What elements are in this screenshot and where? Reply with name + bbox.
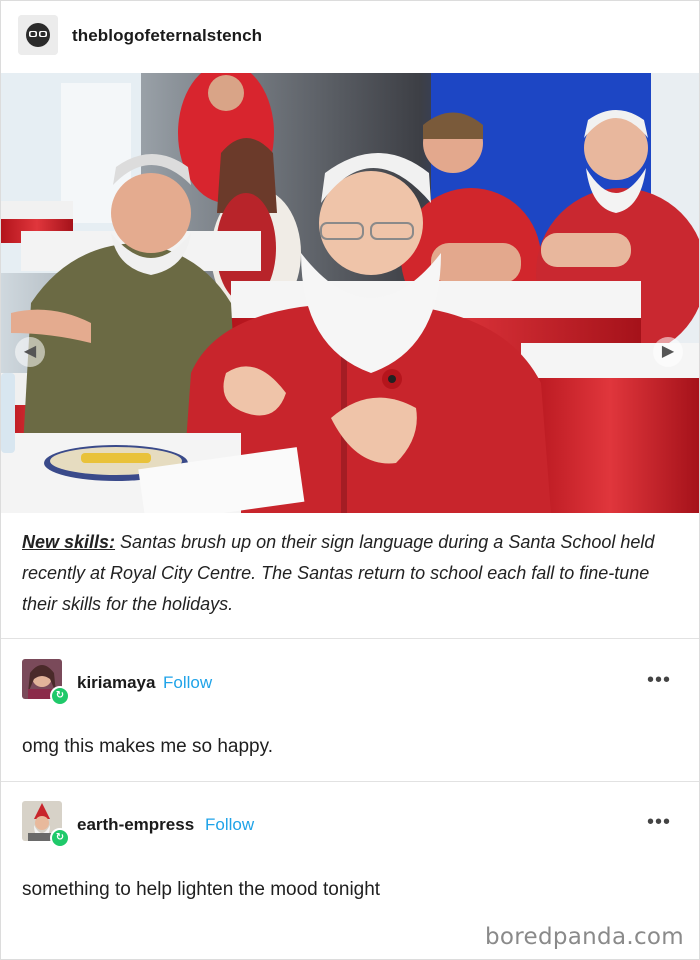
next-photo-button[interactable]: ▶ <box>653 337 683 367</box>
reblog-icon: ↻ <box>55 690 65 701</box>
reblog-entry: ↻ earth-empress Follow ••• something to … <box>1 782 699 922</box>
more-options-icon[interactable]: ••• <box>647 669 671 692</box>
post-header: theblogofeternalstench <box>1 1 699 73</box>
reblog-username[interactable]: kiriamaya <box>77 673 155 693</box>
chevron-right-icon: ▶ <box>661 343 675 360</box>
reblog-icon: ↻ <box>55 832 65 843</box>
tumblr-post-card: theblogofeternalstench ◀ ▶ New skills: S… <box>0 0 700 960</box>
reblog-badge: ↻ <box>50 686 70 706</box>
post-caption: New skills: Santas brush up on their sig… <box>22 527 672 620</box>
reblog-text: omg this makes me so happy. <box>22 736 273 757</box>
post-photo[interactable]: ◀ ▶ <box>1 73 699 513</box>
sunglasses-face-icon <box>18 15 58 55</box>
caption-text: Santas brush up on their sign language d… <box>22 532 655 614</box>
reblog-text: something to help lighten the mood tonig… <box>22 879 381 900</box>
more-options-icon[interactable]: ••• <box>647 811 671 834</box>
watermark: boredpanda.com <box>485 924 684 950</box>
follow-button[interactable]: Follow <box>163 673 212 693</box>
caption-lead: New skills: <box>22 532 116 552</box>
santa-school-photo <box>1 73 699 513</box>
prev-photo-button[interactable]: ◀ <box>15 337 45 367</box>
chevron-left-icon: ◀ <box>23 343 37 360</box>
blog-avatar[interactable] <box>18 15 58 55</box>
follow-button[interactable]: Follow <box>205 815 254 835</box>
reblog-entry: ↻ kiriamaya Follow ••• omg this makes me… <box>1 639 699 781</box>
reblog-username[interactable]: earth-empress <box>77 815 194 835</box>
blog-name[interactable]: theblogofeternalstench <box>72 26 262 46</box>
reblog-badge: ↻ <box>50 828 70 848</box>
